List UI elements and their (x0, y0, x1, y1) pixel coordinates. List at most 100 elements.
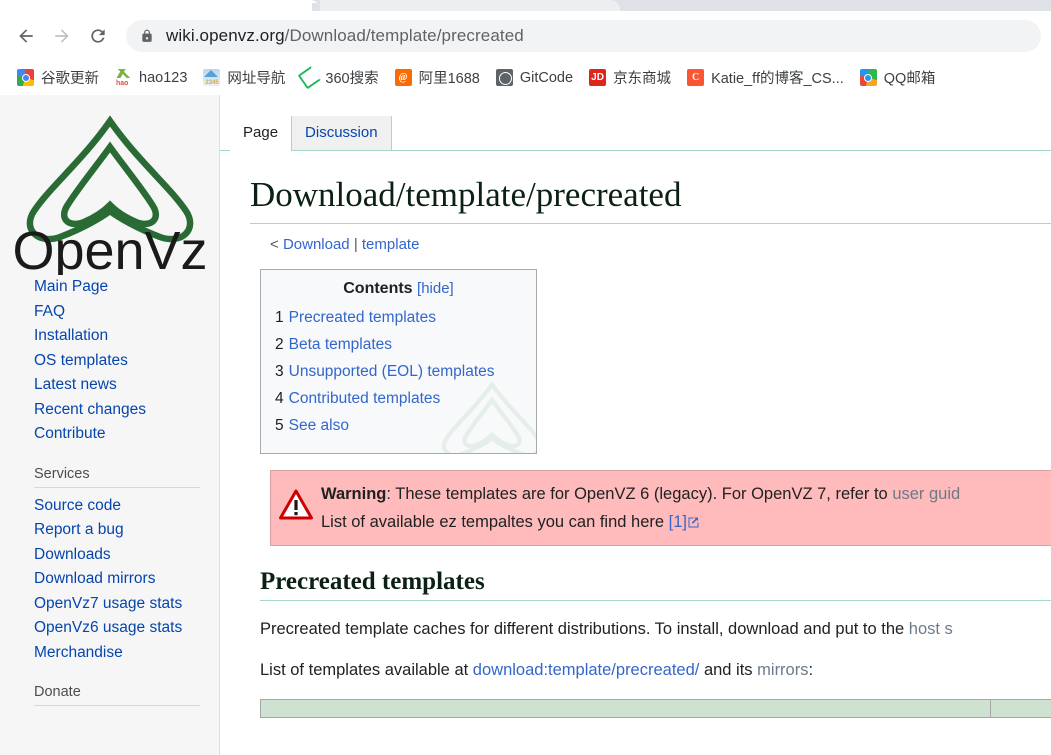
sidebar-item-download-mirrors[interactable]: Download mirrors (34, 567, 219, 592)
toc-title-row: Contents [hide] (275, 280, 522, 298)
bookmark-jd[interactable]: JD 京东商城 (582, 64, 678, 92)
bookmark-google-update[interactable]: 谷歌更新 (10, 64, 106, 92)
warning-text: Warning: These templates are for OpenVZ … (321, 480, 960, 536)
bookmark-label: 360搜索 (325, 71, 379, 87)
bookmark-label: hao123 (139, 69, 188, 86)
table-of-contents: Contents [hide] 1 Precreated templates 2B… (260, 269, 537, 454)
browser-tab-inactive[interactable] (320, 0, 620, 11)
tab-discussion[interactable]: Discussion (291, 116, 392, 150)
paragraph-list-of-templates: List of templates available at download:… (260, 658, 1051, 683)
warning-triangle-icon (279, 489, 313, 525)
toc-item-5[interactable]: 5 See also (275, 412, 522, 439)
toc-item-label: Contributed templates (288, 390, 441, 407)
warning-banner: Warning: These templates are for OpenVZ … (270, 470, 1051, 546)
sidebar-item-openvz6-usage-stats[interactable]: OpenVz6 usage stats (34, 616, 219, 641)
table-header-row (260, 699, 1051, 718)
toc-item-label: Unsupported (EOL) templates (288, 363, 495, 380)
jd-icon: JD (589, 69, 607, 86)
back-icon[interactable] (10, 20, 42, 52)
reload-icon[interactable] (82, 20, 114, 52)
sidebar-item-os-templates[interactable]: OS templates (34, 349, 219, 374)
sidebar-heading-donate: Donate (34, 683, 200, 706)
paragraph-list-text: List of templates available at (260, 661, 473, 679)
toc-item-3[interactable]: 3 Unsupported (EOL) templates (275, 358, 522, 385)
url-host: wiki.openvz.org (166, 25, 285, 45)
browser-tab-strip (0, 0, 1051, 11)
csdn-icon: C (687, 69, 705, 86)
bookmark-label: 阿里1688 (418, 71, 480, 87)
wiki-tab-bar: Page Discussion (220, 95, 1051, 151)
lock-icon (140, 29, 154, 43)
mirrors-link[interactable]: mirrors (757, 661, 808, 679)
download-precreated-link[interactable]: download:template/precreated/ (473, 661, 700, 679)
warning-user-guide-link[interactable]: user guid (892, 485, 960, 503)
bookmark-alibaba-1688[interactable]: @ 阿里1688 (388, 64, 487, 92)
wiki-content: Page Discussion Download/template/precre… (220, 95, 1051, 755)
openvz-wordmark: OpenVz (12, 221, 207, 275)
bookmark-hao123[interactable]: hao hao123 (108, 64, 194, 92)
toc-item-label: Beta templates (288, 336, 393, 353)
warning-reference-link[interactable]: [1] (669, 513, 687, 531)
breadcrumb-link-template[interactable]: template (362, 236, 420, 253)
toc-item-2[interactable]: 2 Beta templates (275, 331, 522, 358)
bookmark-label: 京东商城 (613, 71, 672, 87)
bookmark-qqmail[interactable]: QQ邮箱 (853, 64, 943, 92)
wiki-sidebar: OpenVz Main Page FAQ Installation OS tem… (0, 95, 220, 755)
templates-table (260, 699, 1051, 718)
chrome-icon (17, 69, 34, 86)
openvz-logo-icon: OpenVz (12, 115, 207, 275)
hao123-icon: hao (115, 69, 132, 86)
sidebar-item-faq[interactable]: FAQ (34, 300, 219, 325)
url-path: /Download/template/precreated (284, 25, 524, 45)
sidebar-item-source-code[interactable]: Source code (34, 494, 219, 519)
external-link-icon (687, 513, 699, 531)
browser-tab-active[interactable] (0, 0, 328, 11)
bookmarks-bar: 谷歌更新 hao hao123 2345 网址导航 360搜索 @ 阿里1688… (0, 60, 1051, 95)
openvz-logo[interactable]: OpenVz (0, 95, 219, 275)
address-bar-text: wiki.openvz.org/Download/template/precre… (166, 26, 524, 46)
toc-item-1[interactable]: 1 Precreated templates (275, 304, 522, 331)
bookmark-label: 谷歌更新 (41, 71, 99, 87)
bookmark-label: GitCode (519, 69, 574, 86)
2345-icon: 2345 (203, 69, 221, 86)
sidebar-item-merchandise[interactable]: Merchandise (34, 641, 219, 666)
toc-item-number: 1 (275, 309, 284, 326)
toc-item-number: 3 (275, 363, 284, 380)
sidebar-item-recent-changes[interactable]: Recent changes (34, 398, 219, 423)
sidebar-nav: Main Page FAQ Installation OS templates … (0, 275, 219, 706)
sidebar-item-installation[interactable]: Installation (34, 324, 219, 349)
sidebar-item-report-a-bug[interactable]: Report a bug (34, 518, 219, 543)
bookmark-360-search[interactable]: 360搜索 (294, 64, 385, 92)
bookmark-csdn-blog[interactable]: C Katie_ff的博客_CS... (680, 64, 851, 92)
sidebar-item-contribute[interactable]: Contribute (34, 422, 219, 447)
bookmark-2345-navigation[interactable]: 2345 网址导航 (196, 64, 292, 92)
gitcode-icon (495, 69, 513, 86)
breadcrumb-link-download[interactable]: Download (283, 236, 350, 253)
toc-item-label: Precreated templates (288, 309, 436, 326)
sidebar-heading-services: Services (34, 465, 200, 488)
warning-line-1: Warning: These templates are for OpenVZ … (321, 480, 960, 508)
page-body: OpenVz Main Page FAQ Installation OS tem… (0, 95, 1051, 755)
address-bar[interactable]: wiki.openvz.org/Download/template/precre… (126, 19, 1041, 52)
sidebar-item-latest-news[interactable]: Latest news (34, 373, 219, 398)
toc-item-4[interactable]: 4 Contributed templates (275, 385, 522, 412)
qqmail-icon (859, 69, 877, 86)
warning-line-2: List of available ez tempaltes you can f… (321, 508, 960, 536)
breadcrumb: < Download | template (270, 236, 1051, 253)
warning-line1-text: : These templates are for OpenVZ 6 (lega… (386, 485, 893, 503)
paragraph-intro-text: Precreated template caches for different… (260, 620, 909, 638)
sidebar-item-main-page[interactable]: Main Page (34, 275, 219, 300)
tab-page[interactable]: Page (230, 116, 292, 151)
warning-label: Warning (321, 485, 387, 503)
table-header-cell (990, 699, 1051, 718)
sidebar-item-downloads[interactable]: Downloads (34, 543, 219, 568)
bookmark-gitcode[interactable]: GitCode (489, 64, 580, 92)
host-system-link[interactable]: host s (909, 620, 953, 638)
article-body: Download/template/precreated < Download … (220, 173, 1051, 718)
forward-icon[interactable] (46, 20, 78, 52)
toc-hide-toggle[interactable]: [hide] (417, 280, 454, 297)
sidebar-item-openvz7-usage-stats[interactable]: OpenVz7 usage stats (34, 592, 219, 617)
paragraph-list-text-2: and its (699, 661, 758, 679)
section-heading-precreated-templates: Precreated templates (260, 568, 1051, 601)
breadcrumb-prefix: < (270, 236, 283, 253)
